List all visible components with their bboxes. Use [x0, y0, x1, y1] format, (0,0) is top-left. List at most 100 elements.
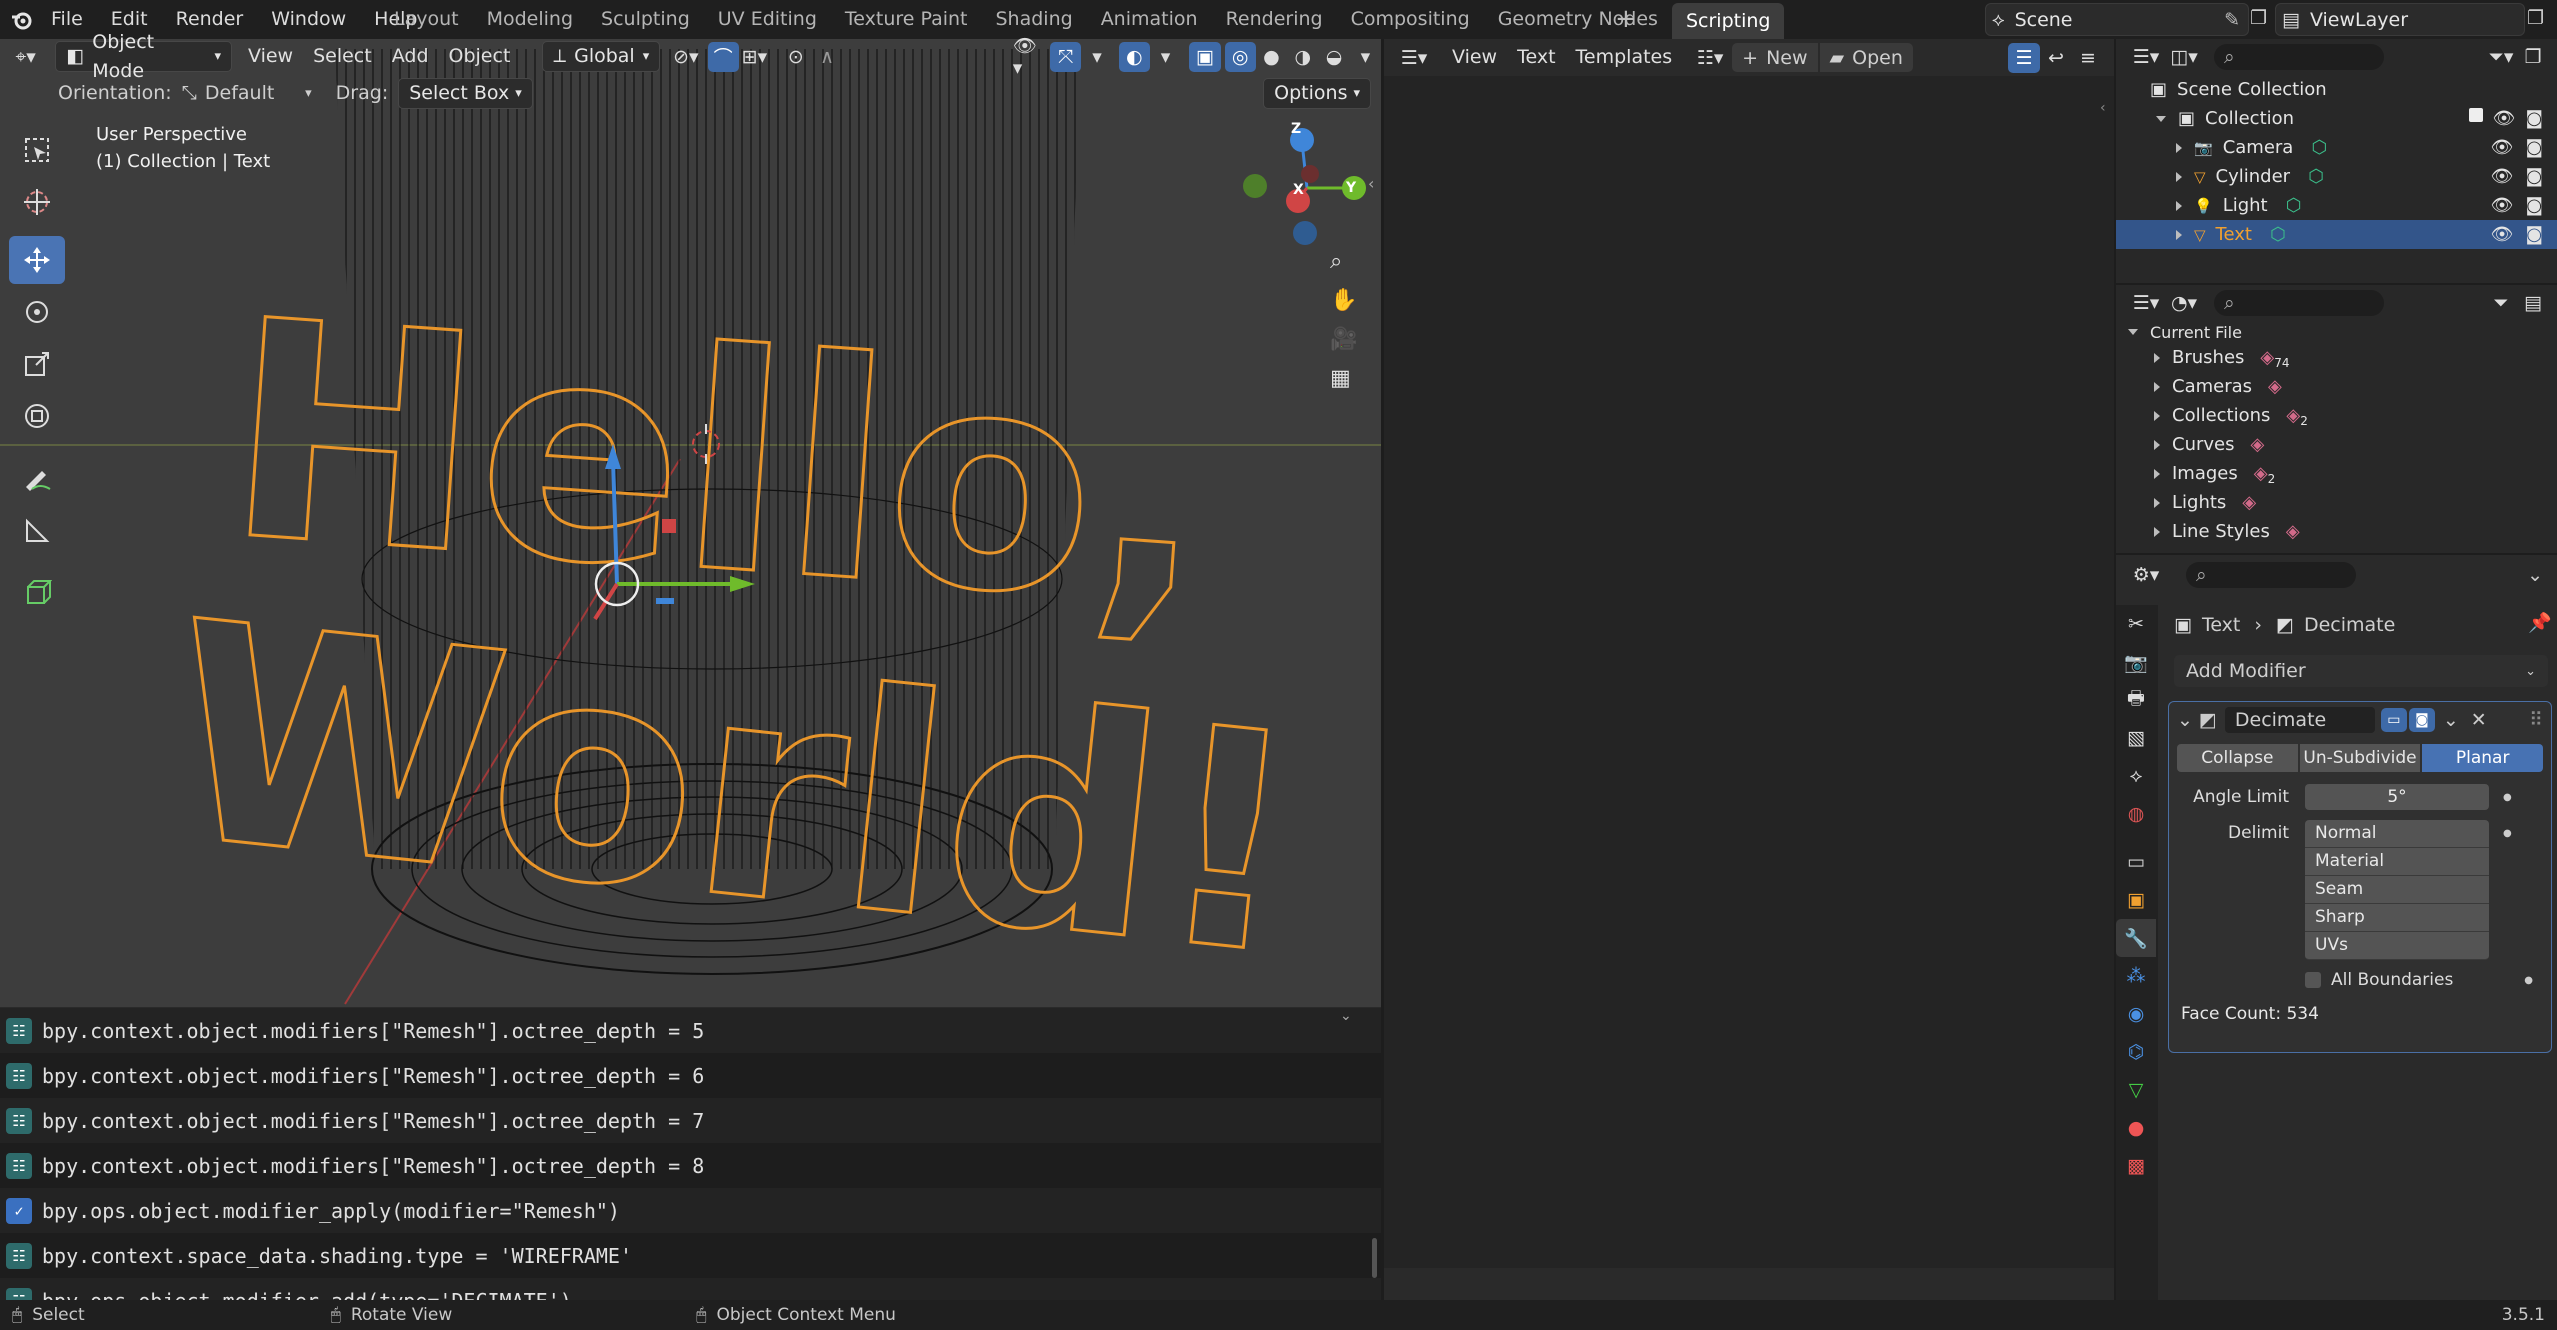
browser-display-mode-icon[interactable]: ◔▾ [2168, 288, 2200, 318]
cursor-tool-icon[interactable] [9, 178, 65, 226]
delimit-normal[interactable]: Normal [2305, 820, 2489, 848]
workspace-tab-modeling[interactable]: Modeling [473, 0, 587, 39]
menu-file[interactable]: File [37, 0, 97, 39]
console-line[interactable]: ☷ bpy.context.object.modifiers["Remesh"].… [0, 1053, 1381, 1098]
physics-tab-icon[interactable]: ◉ [2116, 995, 2156, 1033]
panel-collapse-icon[interactable]: ⌄ [2177, 709, 2193, 731]
outliner-item-light[interactable]: 💡 Light ⬡ 👁 ◙ [2116, 191, 2557, 220]
keyframe-dot-icon[interactable]: ● [2503, 792, 2512, 803]
console-line[interactable]: ☷ bpy.context.object.modifiers["Remesh"].… [0, 1143, 1381, 1188]
tool-tab-icon[interactable]: ✂ [2116, 605, 2156, 643]
world-tab-icon[interactable]: ◍ [2116, 795, 2156, 833]
pivot-icon[interactable]: ⊘▾ [670, 42, 701, 72]
console-line[interactable]: ☷ bpy.context.object.modifiers["Remesh"].… [0, 1098, 1381, 1143]
workspace-tab-texture-paint[interactable]: Texture Paint [831, 0, 982, 39]
expand-icon[interactable] [2176, 142, 2182, 153]
expand-icon[interactable] [2154, 468, 2160, 479]
text-browse-icon[interactable]: ☷▾ [1694, 43, 1726, 73]
workspace-tab-sculpting[interactable]: Sculpting [587, 0, 704, 39]
eye-icon[interactable]: 👁 [2491, 166, 2514, 187]
viewport-scene[interactable]: Hello, World! [0, 39, 1381, 1007]
delimit-uvs[interactable]: UVs [2305, 932, 2489, 960]
browser-item-images[interactable]: Images ◈ 2 [2116, 459, 2557, 488]
scene-tab-icon[interactable]: ⟡ [2116, 757, 2156, 795]
info-console[interactable]: ☷ bpy.context.object.modifiers["Remesh"].… [0, 1007, 1381, 1301]
blender-logo-icon[interactable] [10, 8, 34, 32]
rotate-tool-icon[interactable] [9, 288, 65, 336]
keyframe-dot-icon[interactable]: ● [2503, 820, 2512, 847]
rendered-shading-icon[interactable]: ◒ [1318, 42, 1349, 72]
render-camera-icon[interactable]: ◙ [2526, 195, 2543, 216]
workspace-tab-uv-editing[interactable]: UV Editing [704, 0, 831, 39]
viewport-menu-view[interactable]: View [238, 39, 303, 74]
current-file-row[interactable]: Current File [2116, 321, 2557, 343]
material-shading-icon[interactable]: ◑ [1287, 42, 1318, 72]
console-collapse-icon[interactable]: ⌄ [1340, 1008, 1352, 1024]
console-line[interactable]: ✓ bpy.ops.object.modifier_apply(modifier=… [0, 1188, 1381, 1233]
syntax-highlight-toggle-icon[interactable]: ≡ [2072, 43, 2104, 73]
menu-window[interactable]: Window [257, 0, 360, 39]
modifier-name-field[interactable]: Decimate [2224, 707, 2375, 733]
editor-type-icon[interactable]: ⌖▾ [10, 42, 41, 72]
particles-tab-icon[interactable]: ⁂ [2116, 957, 2156, 995]
browser-item-curves[interactable]: Curves ◈ [2116, 430, 2557, 459]
expand-icon[interactable] [2176, 200, 2182, 211]
browser-filter-icon[interactable]: ⏷ [2485, 288, 2517, 318]
material-tab-icon[interactable]: ● [2116, 1109, 2156, 1147]
move-tool-icon[interactable] [9, 236, 65, 284]
text-sidebar-toggle-icon[interactable]: ‹ [2100, 100, 2106, 116]
outliner-type-icon[interactable]: ☰▾ [2130, 42, 2162, 72]
render-tab-icon[interactable]: 📷 [2116, 643, 2156, 681]
keyframe-dot-icon[interactable]: ● [2524, 975, 2533, 986]
render-camera-icon[interactable]: ◙ [2526, 224, 2543, 245]
add-workspace-icon[interactable]: + [1615, 6, 1637, 32]
grid-view-icon[interactable]: ▦ [1330, 366, 1357, 391]
zoom-icon[interactable]: ⌕ [1330, 249, 1357, 274]
decimate-mode-collapse[interactable]: Collapse [2177, 744, 2298, 772]
render-camera-icon[interactable]: ◙ [2526, 166, 2543, 187]
modifier-options-icon[interactable]: ⌄ [2443, 709, 2459, 731]
collection-row[interactable]: ▣ Collection 👁 ◙ [2116, 104, 2557, 133]
texture-tab-icon[interactable]: ▩ [2116, 1147, 2156, 1185]
shading-dropdown-icon[interactable]: ▾ [1350, 42, 1381, 72]
delimit-sharp[interactable]: Sharp [2305, 904, 2489, 932]
solid-shading-icon[interactable]: ● [1256, 42, 1287, 72]
pin-icon[interactable]: 📌 [2528, 611, 2552, 634]
expand-icon[interactable] [2154, 439, 2160, 450]
falloff-icon[interactable]: ∧ [811, 42, 842, 72]
outliner-item-camera[interactable]: 📷 Camera ⬡ 👁 ◙ [2116, 133, 2557, 162]
angle-limit-field[interactable]: 5° [2305, 784, 2489, 810]
visibility-icon[interactable]: 👁▾ [1013, 35, 1044, 79]
properties-search-input[interactable]: ⌕ [2186, 562, 2356, 588]
eye-icon[interactable]: 👁 [2491, 195, 2514, 216]
close-icon[interactable]: ✕ [2471, 709, 2487, 731]
text-editor[interactable] [1384, 39, 2114, 1300]
select-box-tool-icon[interactable] [9, 126, 65, 174]
workspace-tab-scripting[interactable]: Scripting [1671, 3, 1785, 39]
viewport-menu-object[interactable]: Object [439, 39, 521, 74]
scene-collection-row[interactable]: ▣ Scene Collection [2116, 75, 2557, 104]
pin-icon[interactable]: ✎ [2224, 9, 2240, 31]
exclude-checkbox[interactable] [2468, 108, 2483, 122]
console-line[interactable]: ☷ bpy.context.space_data.shading.type = '… [0, 1233, 1381, 1278]
pan-hand-icon[interactable]: ✋ [1330, 288, 1357, 313]
outliner-search-input[interactable]: ⌕ [2214, 44, 2384, 70]
proportional-edit-icon[interactable]: ⊙ [780, 42, 811, 72]
expand-icon[interactable] [2154, 381, 2160, 392]
transform-tool-icon[interactable] [9, 392, 65, 440]
properties-options-icon[interactable]: ⌄ [2527, 564, 2543, 586]
all-boundaries-checkbox[interactable] [2305, 972, 2321, 988]
orientation-dropdown[interactable]: ⤡ Default ▾ [182, 82, 312, 104]
sidebar-toggle-icon[interactable]: ‹ [1368, 174, 1374, 193]
console-line[interactable]: ☷ bpy.context.object.modifiers["Remesh"].… [0, 1008, 1381, 1053]
snap-target-icon[interactable]: ⊞▾ [739, 42, 770, 72]
workspace-tab-geometry-nodes[interactable]: Geometry Nodes [1484, 0, 1672, 39]
text-editor-menu-templates[interactable]: Templates [1566, 40, 1683, 75]
new-text-button[interactable]: + New [1732, 43, 1818, 72]
workspace-tab-layout[interactable]: Layout [380, 0, 473, 39]
new-collection-icon[interactable]: ❐ [2517, 42, 2549, 72]
decimate-mode-planar[interactable]: Planar [2422, 744, 2544, 772]
overlays-icon[interactable]: ◐ [1118, 41, 1150, 72]
collection-tab-icon[interactable]: ▭ [2116, 843, 2156, 881]
scene-selector[interactable]: ⟡ Scene ✎ [1985, 3, 2249, 36]
